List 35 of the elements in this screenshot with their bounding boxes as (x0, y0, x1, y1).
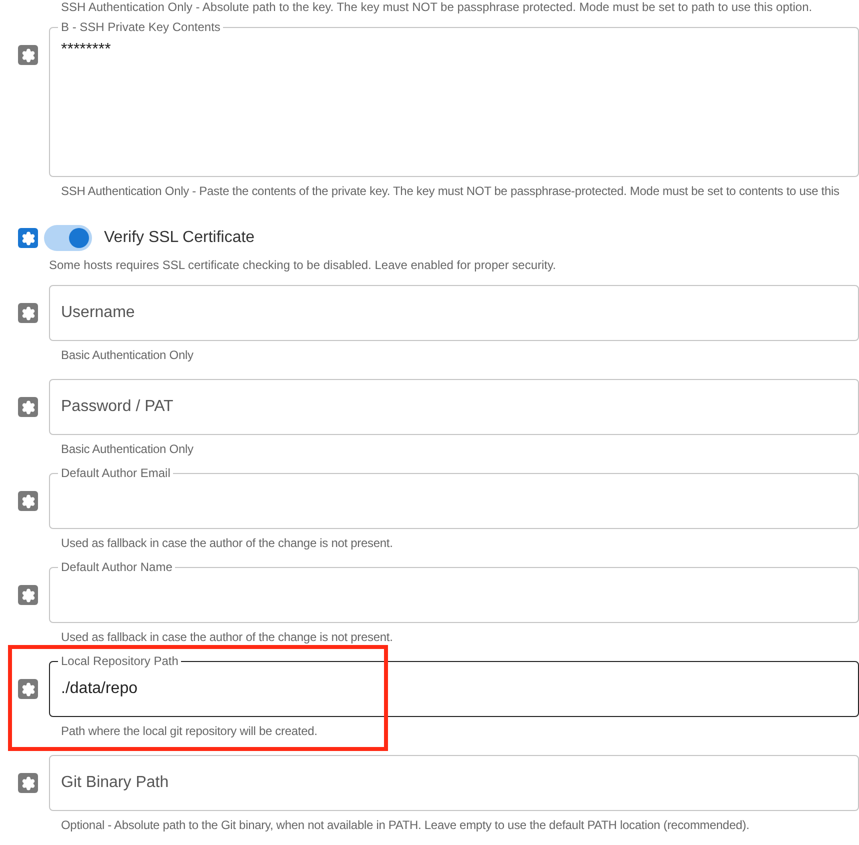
gear-icon[interactable] (18, 228, 38, 248)
field-label: Default Author Name (60, 560, 174, 574)
gear-icon[interactable] (18, 45, 38, 65)
field-label: B - SSH Private Key Contents (60, 20, 222, 34)
gear-icon[interactable] (18, 585, 38, 605)
helper-text: Optional - Absolute path to the Git binary, when not available in PATH. Leave empty to use the default PATH location (recommended). (60, 818, 750, 832)
field-label: Password / PAT (60, 397, 174, 417)
input-field[interactable]: Default Author Email (49, 466, 859, 529)
toggle-switch[interactable] (44, 225, 92, 251)
field-label: Default Author Email (60, 466, 172, 480)
input-field[interactable]: Local Repository Path ./data/repo (49, 654, 859, 717)
gear-icon[interactable] (18, 491, 38, 511)
input-field[interactable]: Username (49, 285, 859, 341)
helper-text: Used as fallback in case the author of the change is not present. (60, 630, 394, 644)
gear-icon[interactable] (18, 679, 38, 699)
field-label: Local Repository Path (60, 654, 180, 668)
helper-text: SSH Authentication Only - Absolute path to the key. The key must NOT be passphrase protected. Mode must be set to path to use this option. (61, 0, 814, 14)
gear-icon[interactable] (18, 773, 38, 793)
input-field[interactable]: Password / PAT (49, 379, 859, 435)
field-label: Git Binary Path (60, 773, 170, 793)
helper-text: Used as fallback in case the author of the change is not present. (60, 536, 394, 550)
field-value: ./data/repo (60, 679, 138, 699)
helper-text: Path where the local git repository will be created. (60, 724, 318, 738)
field-label: Username (60, 303, 136, 323)
toggle-label: Verify SSL Certificate (104, 228, 255, 248)
helper-text: Basic Authentication Only (60, 348, 194, 362)
text-area[interactable]: B - SSH Private Key Contents ******** (49, 20, 859, 177)
input-field[interactable]: Git Binary Path (49, 755, 859, 811)
helper-text: SSH Authentication Only - Paste the contents of the private key. The key must NOT be passphrase-protected. Mode must be set to contents to use this (60, 184, 840, 198)
input-field[interactable]: Default Author Name (49, 560, 859, 623)
gear-icon[interactable] (18, 397, 38, 417)
helper-text: Some hosts requires SSL certificate checking to be disabled. Leave enabled for proper security. (48, 258, 557, 272)
field-value: ******** (60, 40, 112, 60)
gear-icon[interactable] (18, 303, 38, 323)
helper-text: Basic Authentication Only (60, 442, 194, 456)
